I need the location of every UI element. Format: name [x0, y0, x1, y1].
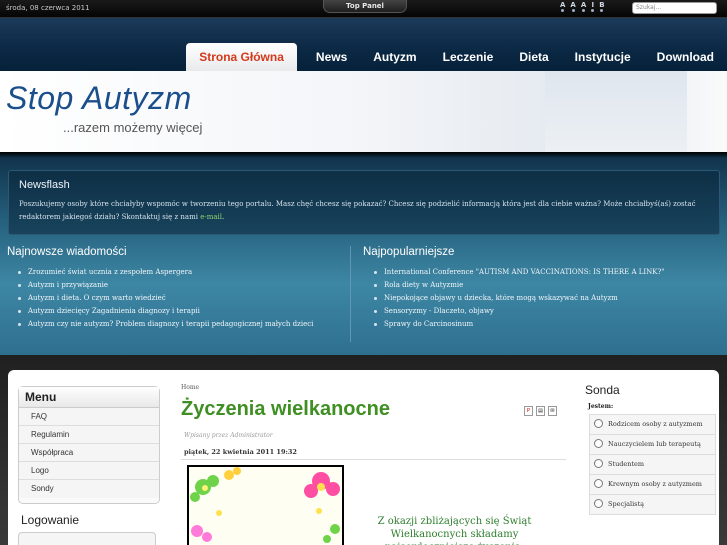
menu-title: Menu — [19, 387, 159, 408]
popular-news-item[interactable]: Rola diety w Autyzmie — [363, 279, 708, 292]
email-icon[interactable]: ✉ — [548, 406, 557, 416]
easter-card-image — [187, 465, 344, 545]
poll-option[interactable]: Specjalistą — [589, 494, 716, 515]
article-greeting: Z okazji zbliżających się Świąt Wielkano… — [377, 516, 532, 545]
newsflash-box: Newsflash Poszukujemy osoby które chciał… — [8, 170, 720, 235]
font-size-a3-button[interactable]: A — [581, 2, 586, 12]
menu-item-regulamin[interactable]: Regulamin — [19, 426, 159, 444]
search-input[interactable]: Szukaj... — [632, 2, 717, 14]
popular-news: Najpopularniejsze International Conferen… — [363, 246, 708, 331]
nav-download[interactable]: Download — [644, 43, 727, 71]
article-tools: P ▤ ✉ — [524, 406, 557, 416]
font-size-a2-button[interactable]: A — [570, 2, 576, 12]
article-date: piątek, 22 kwietnia 2011 19:32 — [184, 448, 297, 456]
poll-section: Sonda — [585, 383, 720, 397]
menu-item-sondy[interactable]: Sondy — [19, 480, 159, 498]
nav-strona-glowna[interactable]: Strona Główna — [186, 43, 297, 71]
main-nav: Strona Główna News Autyzm Leczenie Dieta… — [186, 43, 727, 71]
font-size-controls: A A A I B — [560, 2, 605, 12]
nav-autyzm[interactable]: Autyzm — [360, 43, 429, 71]
popular-news-item[interactable]: Sensoryzmy - Dlaczeto, objawy — [363, 305, 708, 318]
menu-item-faq[interactable]: FAQ — [19, 408, 159, 426]
header-decor — [545, 71, 687, 152]
flower-decoration-icon — [190, 467, 340, 543]
nav-news[interactable]: News — [303, 43, 360, 71]
article-divider — [181, 459, 566, 460]
latest-news: Najnowsze wiadomości Zrozumieć świat ucz… — [7, 246, 352, 331]
column-divider — [350, 246, 351, 342]
latest-news-item[interactable]: Zrozumieć świat ucznia z zespołem Asperg… — [7, 266, 352, 279]
menu-item-wspolpraca[interactable]: Współpraca — [19, 444, 159, 462]
current-date: środa, 08 czerwca 2011 — [6, 4, 90, 12]
article-title[interactable]: Życzenia wielkanocne — [181, 398, 390, 421]
nav-dieta[interactable]: Dieta — [506, 43, 561, 71]
poll-title: Sonda — [585, 383, 620, 397]
popular-news-item[interactable]: Sprawy do Carcinosinum — [363, 318, 708, 331]
latest-news-item[interactable]: Autyzm i przywiązanie — [7, 279, 352, 292]
font-size-a1-button[interactable]: A — [560, 2, 565, 12]
newsflash-text: Poszukujemy osoby które chciałyby wspomó… — [19, 200, 696, 221]
top-bar: środa, 08 czerwca 2011 Top Panel A A A I… — [0, 0, 727, 18]
feature-area: Newsflash Poszukujemy osoby które chciał… — [0, 152, 727, 355]
poll-options: Rodzicem osoby z autyzmem Nauczycielem l… — [589, 414, 716, 515]
nav-leczenie[interactable]: Leczenie — [430, 43, 507, 71]
latest-news-item[interactable]: Autyzm i dieta. O czym warto wiedzieć — [7, 292, 352, 305]
print-icon[interactable]: ▤ — [536, 406, 545, 416]
latest-news-title: Najnowsze wiadomości — [7, 246, 127, 258]
latest-news-item[interactable]: Autyzm czy nie autyzm? Problem diagnozy … — [7, 318, 352, 331]
site-tagline: ...razem możemy więcej — [63, 120, 203, 135]
login-box[interactable] — [18, 532, 156, 545]
article-author: Wpisany przez Administrator — [184, 432, 273, 439]
breadcrumb[interactable]: Home — [181, 384, 199, 391]
popular-news-title: Najpopularniejsze — [363, 246, 455, 258]
newsflash-title: Newsflash — [19, 179, 70, 191]
top-panel-toggle[interactable]: Top Panel — [323, 0, 407, 13]
menu-item-logo[interactable]: Logo — [19, 462, 159, 480]
poll-option[interactable]: Nauczycielem lub terapeutą — [589, 434, 716, 455]
login-title: Logowanie — [21, 513, 80, 527]
popular-news-item[interactable]: Niepokojące objawy u dziecka, które mogą… — [363, 292, 708, 305]
nav-instytucje[interactable]: Instytucje — [562, 43, 644, 71]
poll-option[interactable]: Studentem — [589, 454, 716, 475]
site-header: Stop Autyzm ...razem możemy więcej — [0, 71, 727, 152]
font-size-i-button[interactable]: I — [591, 2, 595, 12]
poll-option[interactable]: Rodzicem osoby z autyzmem — [589, 414, 716, 435]
popular-news-item[interactable]: International Conference "AUTISM AND VAC… — [363, 266, 708, 279]
side-menu: Menu FAQ Regulamin Współpraca Logo Sondy — [18, 386, 160, 504]
poll-option[interactable]: Krewnym osoby z autyzmem — [589, 474, 716, 495]
latest-news-item[interactable]: Autyzm dziecięcy Zagadnienia diagnozy i … — [7, 305, 352, 318]
font-size-b-button[interactable]: B — [599, 2, 605, 12]
email-link[interactable]: e-mail — [200, 213, 222, 221]
pdf-icon[interactable]: P — [524, 406, 533, 416]
poll-question: Jestem: — [588, 403, 614, 410]
site-logo[interactable]: Stop Autyzm — [6, 80, 192, 117]
